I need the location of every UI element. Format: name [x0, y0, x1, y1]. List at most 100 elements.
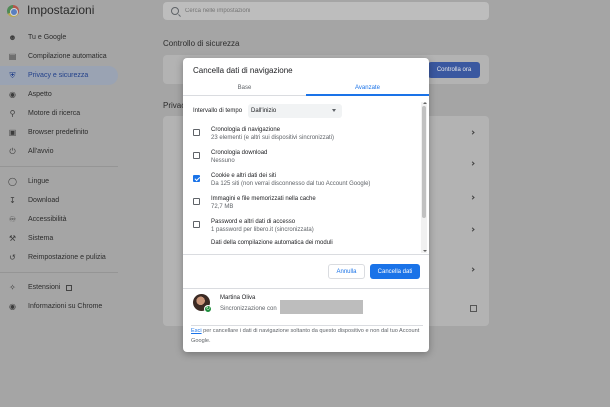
power-icon: ⏻ — [9, 146, 16, 156]
sidebar-item-appearance[interactable]: ◉ Aspetto — [0, 85, 118, 104]
item-subtitle: 72,7 MB — [211, 204, 234, 210]
external-link-icon[interactable] — [470, 305, 477, 312]
globe-icon: ◯ — [8, 177, 17, 186]
sidebar-item-accessibility[interactable]: ♾ Accessibilità — [0, 210, 118, 229]
sidebar-item-label: Informazioni su Chrome — [28, 303, 103, 310]
sidebar-divider — [0, 166, 118, 167]
sync-icon: ↻ — [204, 305, 212, 313]
chrome-logo-icon — [7, 5, 19, 17]
sidebar-item-about-chrome[interactable]: ◉ Informazioni su Chrome — [0, 297, 118, 316]
cancel-button[interactable]: Annulla — [328, 264, 365, 279]
item-subtitle: Nessuno — [211, 158, 235, 164]
chrome-icon: ◉ — [9, 302, 16, 311]
sign-out-note-text: per cancellare i dati di navigazione sol… — [191, 328, 420, 344]
clear-browsing-data-dialog: Cancella dati di navigazione Base Avanza… — [183, 58, 429, 352]
sidebar-item-label: Accessibilità — [28, 216, 67, 223]
external-link-icon — [66, 284, 73, 291]
checkbox-cached-images[interactable] — [193, 198, 200, 205]
item-title: Dati della compilazione automatica dei m… — [211, 240, 333, 246]
app-title: Impostazioni — [27, 3, 95, 17]
sidebar-item-label: Sistema — [28, 235, 54, 242]
privacy-section-title: Privac — [163, 101, 186, 110]
time-range-row: Intervallo di tempo Dall'inizio — [193, 104, 343, 118]
tab-basic[interactable]: Base — [183, 83, 306, 95]
dialog-title: Cancella dati di navigazione — [193, 66, 293, 75]
sidebar-item-autofill[interactable]: ▤ Compilazione automatica — [0, 47, 118, 66]
wrench-icon: ⚒ — [8, 234, 17, 243]
sidebar-item-search-engine[interactable]: ⚲ Motore di ricerca — [0, 104, 118, 123]
sidebar-item-label: Browser predefinito — [28, 129, 89, 136]
time-range-select[interactable]: Dall'inizio — [248, 104, 343, 118]
item-title: Cronologia download — [211, 150, 268, 156]
list-item[interactable]: Cookie e altri dati dei siti Da 125 siti… — [183, 170, 421, 193]
time-range-label: Intervallo di tempo — [193, 108, 243, 114]
sidebar-item-system[interactable]: ⚒ Sistema — [0, 229, 118, 248]
list-item[interactable]: Dati della compilazione automatica dei m… — [183, 239, 421, 249]
dialog-tabs: Base Avanzate — [183, 83, 429, 96]
sidebar-item-label: Download — [28, 197, 60, 204]
download-icon: ↧ — [9, 196, 16, 205]
checkbox-download-history[interactable] — [193, 152, 200, 159]
sidebar-item-label: Lingue — [28, 178, 50, 185]
checkbox-browsing-history[interactable] — [193, 129, 200, 136]
sign-out-note: Esci per cancellare i dati di navigazion… — [191, 325, 423, 346]
sidebar-item-label: Privacy e sicurezza — [28, 72, 89, 79]
sidebar-item-label: Estensioni — [28, 284, 61, 291]
account-row: ↻ Martina Oliva Sincronizzazione con — [183, 288, 429, 320]
item-title: Cookie e altri dati dei siti — [211, 173, 277, 179]
scroll-thumb[interactable] — [422, 106, 426, 218]
shield-icon: ⛨ — [9, 70, 16, 80]
data-type-list: Cronologia di navigazione 23 elementi (e… — [183, 124, 421, 310]
sidebar-item-label: Tu e Google — [28, 34, 67, 41]
sync-status: Sincronizzazione con — [220, 306, 277, 312]
scroll-down-icon[interactable] — [423, 250, 427, 252]
safety-check-title: Controllo di sicurezza — [163, 39, 240, 48]
sign-out-link[interactable]: Esci — [191, 328, 202, 334]
list-item[interactable]: Immagini e file memorizzati nella cache … — [183, 193, 421, 216]
dropdown-arrow-icon — [332, 109, 337, 112]
sidebar-item-you-and-google[interactable]: ☻ Tu e Google — [0, 28, 118, 47]
top-bar: Impostazioni — [0, 0, 610, 22]
reset-icon: ↺ — [9, 253, 16, 262]
clipboard-icon: ▤ — [8, 52, 17, 61]
sidebar-item-label: Motore di ricerca — [28, 110, 81, 117]
check-now-button[interactable]: Controlla ora — [428, 62, 480, 78]
search-input[interactable] — [185, 8, 385, 14]
puzzle-icon: ✧ — [9, 283, 16, 292]
sidebar-item-default-browser[interactable]: ▣ Browser predefinito — [0, 123, 118, 142]
sidebar-item-privacy[interactable]: ⛨ Privacy e sicurezza — [0, 66, 118, 85]
item-subtitle: 23 elementi (e altri sui dispositivi sin… — [211, 135, 335, 141]
item-title: Cronologia di navigazione — [211, 127, 281, 133]
settings-search[interactable] — [163, 2, 489, 20]
scroll-up-icon[interactable] — [423, 102, 427, 104]
search-icon — [171, 7, 179, 15]
sidebar-divider — [0, 272, 118, 273]
clear-data-button[interactable]: Cancella dati — [370, 264, 420, 279]
sidebar-item-downloads[interactable]: ↧ Download — [0, 191, 118, 210]
list-scrollbar[interactable] — [421, 102, 427, 253]
redacted-email — [280, 300, 363, 314]
sidebar-item-label: Aspetto — [28, 91, 52, 98]
list-item[interactable]: Password e altri dati di accesso 1 passw… — [183, 216, 421, 239]
item-subtitle: 1 password per libero.it (sincronizzata) — [211, 227, 314, 233]
list-item[interactable]: Cronologia di navigazione 23 elementi (e… — [183, 124, 421, 147]
sidebar-item-on-startup[interactable]: ⏻ All'avvio — [0, 142, 118, 161]
sidebar: ☻ Tu e Google ▤ Compilazione automatica … — [0, 28, 118, 316]
accessibility-icon: ♾ — [8, 215, 17, 224]
sidebar-item-label: Compilazione automatica — [28, 53, 107, 60]
sidebar-item-reset[interactable]: ↺ Reimpostazione e pulizia — [0, 248, 118, 267]
list-item[interactable]: Cronologia download Nessuno — [183, 147, 421, 170]
sidebar-item-label: All'avvio — [28, 148, 54, 155]
sidebar-item-extensions[interactable]: ✧ Estensioni — [0, 278, 118, 297]
search-icon: ⚲ — [9, 109, 16, 118]
account-name: Martina Oliva — [220, 295, 256, 301]
sidebar-item-languages[interactable]: ◯ Lingue — [0, 172, 118, 191]
checkbox-passwords[interactable] — [193, 221, 200, 228]
checkbox-cookies[interactable] — [193, 175, 200, 182]
time-range-value: Dall'inizio — [251, 108, 277, 114]
tab-advanced[interactable]: Avanzate — [306, 83, 429, 96]
browser-icon: ▣ — [8, 128, 17, 137]
item-title: Password e altri dati di accesso — [211, 219, 296, 225]
sidebar-item-label: Reimpostazione e pulizia — [28, 254, 106, 261]
item-title: Immagini e file memorizzati nella cache — [211, 196, 316, 202]
